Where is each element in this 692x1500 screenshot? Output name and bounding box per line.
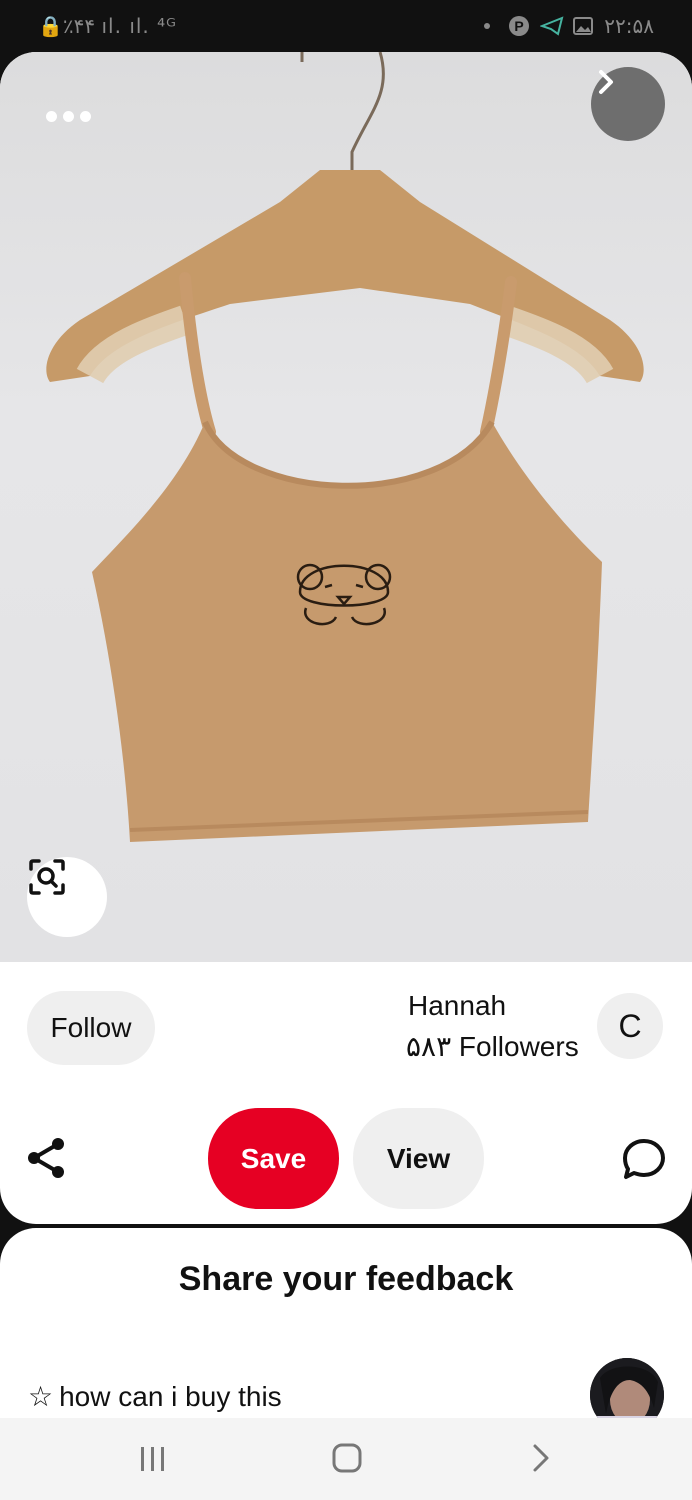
share-button[interactable] [24, 1134, 72, 1182]
dot-icon [476, 15, 498, 37]
system-nav-bar [0, 1418, 692, 1500]
svg-text:P: P [515, 18, 524, 34]
top-illustration [46, 52, 644, 842]
creator-followers: ۵۸۳ Followers [406, 1031, 579, 1062]
more-dots-icon [45, 110, 57, 122]
star-icon: ☆ [28, 1381, 54, 1412]
more-options-button[interactable] [36, 96, 100, 136]
home-button[interactable] [331, 1442, 363, 1474]
more-dots-icon [79, 110, 91, 122]
recents-button[interactable] [138, 1444, 168, 1474]
status-bar: 🔒٪۴۴ ıl. ıl. ⁴ᴳ P ۲۲:۵۸ [0, 0, 692, 52]
status-time: ۲۲:۵۸ [604, 14, 654, 38]
view-button[interactable]: View [353, 1108, 484, 1209]
status-right: P ۲۲:۵۸ [476, 14, 654, 38]
comment-button[interactable] [620, 1135, 668, 1183]
feedback-option-text: how can i buy this [59, 1380, 282, 1412]
recents-icon [141, 1447, 164, 1471]
feedback-option[interactable]: ☆ how can i buy this [28, 1380, 282, 1413]
back-button[interactable] [528, 1442, 554, 1474]
avatar[interactable]: C [597, 993, 663, 1059]
chevron-right-icon [599, 70, 613, 94]
follow-button[interactable]: Follow [27, 991, 155, 1065]
gallery-icon [572, 15, 594, 37]
pin-card: Follow Hannah ۵۸۳ Followers C Save View [0, 52, 692, 1224]
creator-name[interactable]: Hannah [408, 990, 506, 1022]
visual-search-button[interactable] [27, 857, 107, 937]
more-dots-icon [62, 110, 74, 122]
comment-icon [623, 1139, 665, 1179]
share-icon [28, 1138, 64, 1178]
status-indicators: 🔒٪۴۴ ıl. ıl. ⁴ᴳ [38, 14, 177, 38]
pinterest-icon: P [508, 15, 530, 37]
visual-search-icon [29, 859, 65, 895]
next-pin-button[interactable] [591, 67, 665, 141]
back-icon [533, 1444, 549, 1472]
pin-image[interactable] [0, 52, 692, 962]
feedback-title: Share your feedback [178, 1260, 514, 1298]
telegram-icon [539, 15, 564, 37]
save-button[interactable]: Save [208, 1108, 339, 1209]
home-icon [332, 1443, 362, 1473]
